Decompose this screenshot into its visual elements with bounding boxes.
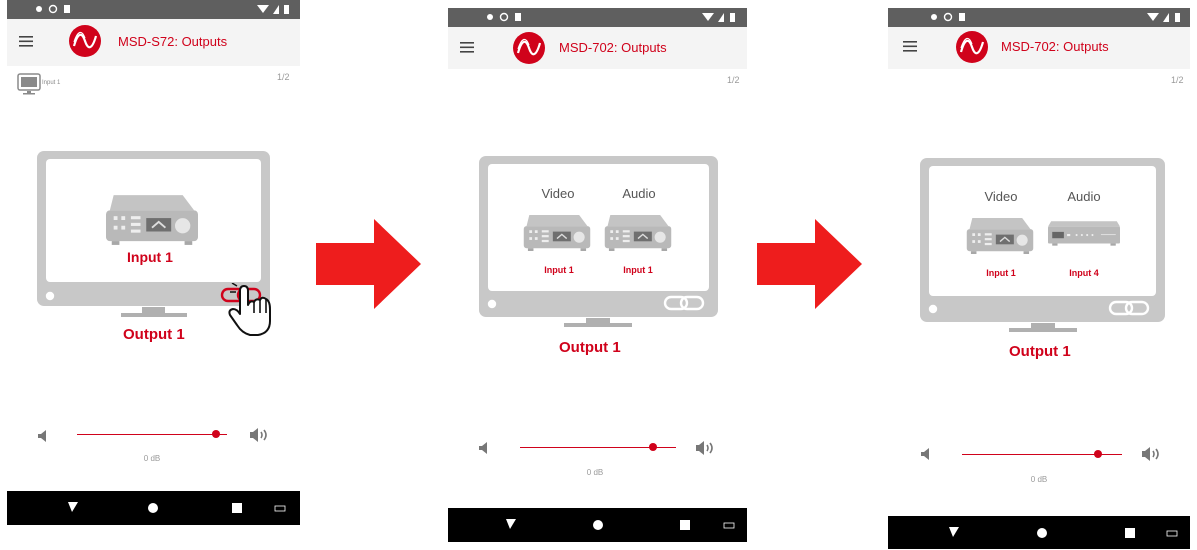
recents-icon[interactable] (680, 520, 690, 530)
status-notification-icons (931, 12, 965, 22)
video-receiver-icon[interactable] (523, 215, 591, 251)
output-tv (479, 156, 718, 327)
volume-slider[interactable] (77, 434, 227, 435)
video-source-label: Input 1 (986, 268, 1016, 278)
nav-bar (448, 508, 747, 542)
app-bar: MSD-702: Outputs (448, 27, 747, 69)
status-bar (448, 8, 747, 27)
phone-screen-3: MSD-702: Outputs 1/2 Video Audio Input 1… (888, 8, 1190, 549)
volume-high-icon[interactable] (695, 440, 717, 456)
volume-slider-knob[interactable] (1094, 450, 1102, 458)
status-notification-icons (487, 12, 521, 22)
audio-source-label: Input 4 (1069, 268, 1099, 278)
nav-bar (7, 491, 300, 525)
volume-high-icon[interactable] (1141, 446, 1163, 462)
menu-icon[interactable] (460, 39, 476, 55)
volume-value: 0 dB (1030, 475, 1048, 484)
monitor-icon[interactable] (17, 73, 41, 97)
brand-logo-icon (69, 25, 101, 57)
status-notification-icons (36, 4, 70, 14)
volume-slider-knob[interactable] (212, 430, 220, 438)
brand-logo-icon (956, 31, 988, 63)
output-label: Output 1 (1009, 343, 1071, 360)
status-system-icons (257, 5, 289, 14)
volume-low-icon[interactable] (478, 441, 492, 455)
audio-source-label: Input 1 (623, 265, 653, 275)
hand-pointer-icon (228, 283, 271, 336)
audio-header: Audio (1067, 189, 1101, 204)
status-bar (7, 0, 300, 19)
volume-value: 0 dB (143, 454, 161, 463)
mini-input-label: Input 1 (42, 80, 61, 86)
status-system-icons (1147, 13, 1180, 22)
home-icon[interactable] (148, 503, 158, 513)
recents-icon[interactable] (232, 503, 242, 513)
audio-player-icon[interactable] (1048, 220, 1120, 248)
output-tv (920, 158, 1165, 332)
status-system-icons (702, 13, 735, 22)
video-receiver-icon[interactable] (966, 218, 1034, 254)
brand-logo-icon (513, 32, 545, 64)
app-bar: MSD-S72: Outputs (7, 19, 300, 66)
keyboard-icon[interactable] (723, 522, 735, 529)
audio-receiver-icon[interactable] (604, 215, 672, 251)
back-icon[interactable] (949, 527, 959, 537)
app-bar: MSD-702: Outputs (888, 27, 1190, 69)
volume-slider-knob[interactable] (649, 443, 657, 451)
receiver-icon (106, 195, 198, 245)
menu-icon[interactable] (903, 38, 919, 54)
back-icon[interactable] (506, 519, 516, 529)
home-icon[interactable] (1037, 528, 1047, 538)
page-indicator: 1/2 (277, 72, 290, 82)
menu-icon[interactable] (19, 33, 35, 49)
volume-low-icon[interactable] (37, 429, 51, 443)
recents-icon[interactable] (1125, 528, 1135, 538)
keyboard-icon[interactable] (274, 505, 286, 512)
nav-bar (888, 516, 1190, 549)
page-indicator: 1/2 (1171, 75, 1184, 85)
input-label: Input 1 (127, 249, 173, 265)
volume-high-icon[interactable] (249, 427, 271, 443)
video-source-label: Input 1 (544, 265, 574, 275)
output-label: Output 1 (123, 326, 185, 343)
page-indicator: 1/2 (727, 75, 740, 85)
page-title: MSD-702: Outputs (1001, 39, 1109, 54)
status-bar (888, 8, 1190, 27)
arrow-right-icon (316, 219, 421, 309)
audio-header: Audio (622, 186, 656, 201)
phone-screen-1: MSD-S72: Outputs Input 1 1/2 Input 1 Out… (7, 0, 300, 525)
page-title: MSD-702: Outputs (559, 40, 667, 55)
volume-value: 0 dB (586, 468, 604, 477)
home-icon[interactable] (593, 520, 603, 530)
phone-screen-2: MSD-702: Outputs 1/2 Video Audio Input 1… (448, 8, 747, 543)
keyboard-icon[interactable] (1166, 530, 1178, 537)
arrow-right-icon (757, 219, 862, 309)
video-header: Video (984, 189, 1018, 204)
page-title: MSD-S72: Outputs (118, 34, 228, 49)
video-header: Video (541, 186, 575, 201)
volume-low-icon[interactable] (920, 447, 934, 461)
back-icon[interactable] (68, 502, 78, 512)
output-label: Output 1 (559, 339, 621, 356)
